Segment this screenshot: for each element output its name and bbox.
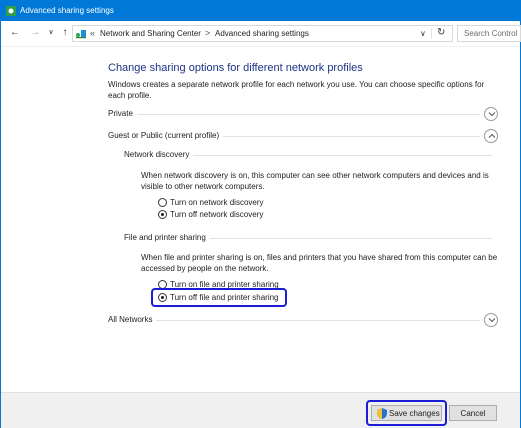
radio-label[interactable]: Turn off network discovery xyxy=(170,210,263,219)
profile-guest-public-label: Guest or Public (current profile) xyxy=(108,131,224,140)
radio-button-selected[interactable] xyxy=(158,293,167,302)
profile-guest-public-header[interactable]: Guest or Public (current profile) xyxy=(108,129,498,145)
radio-button-selected[interactable] xyxy=(158,210,167,219)
advanced-sharing-window: Advanced sharing settings ← → ∨ ↑ « Netw… xyxy=(0,0,521,428)
network-discovery-description: When network discovery is on, this compu… xyxy=(141,171,489,191)
profile-private-label: Private xyxy=(108,109,137,118)
file-printer-sharing-header: File and printer sharing xyxy=(124,233,492,245)
search-box[interactable] xyxy=(457,25,521,42)
address-overflow-icon[interactable]: « xyxy=(90,28,95,38)
breadcrumb-separator-icon: > xyxy=(205,28,211,38)
address-bar[interactable]: « Network and Sharing Center > Advanced … xyxy=(72,25,453,42)
recent-locations-chevron-icon[interactable]: ∨ xyxy=(45,27,57,39)
navigation-bar: ← → ∨ ↑ « Network and Sharing Center > A… xyxy=(1,21,521,47)
search-input[interactable] xyxy=(458,26,520,41)
section-divider xyxy=(108,114,480,115)
network-app-icon xyxy=(6,6,16,16)
cancel-button[interactable]: Cancel xyxy=(449,405,497,421)
profile-all-networks-label: All Networks xyxy=(108,315,157,324)
radio-label[interactable]: Turn on network discovery xyxy=(170,198,264,207)
title-bar[interactable]: Advanced sharing settings xyxy=(1,1,520,21)
page-title: Change sharing options for different net… xyxy=(108,62,363,74)
breadcrumb-advanced-sharing-settings[interactable]: Advanced sharing settings xyxy=(215,29,309,38)
window-title: Advanced sharing settings xyxy=(20,6,114,15)
save-changes-button[interactable]: Save changes xyxy=(371,405,442,421)
save-changes-label: Save changes xyxy=(389,409,440,418)
network-discovery-title: Network discovery xyxy=(124,150,194,159)
cancel-label: Cancel xyxy=(460,409,486,418)
collapse-guest-public-chevron-icon[interactable] xyxy=(484,129,498,143)
network-location-icon xyxy=(76,30,86,39)
radio-label[interactable]: Turn off file and printer sharing xyxy=(170,293,279,302)
section-divider xyxy=(108,320,480,321)
expand-all-networks-chevron-icon[interactable] xyxy=(484,313,498,327)
profile-private-header[interactable]: Private xyxy=(108,107,498,123)
uac-shield-icon xyxy=(377,408,387,419)
breadcrumb-network-sharing-center[interactable]: Network and Sharing Center xyxy=(100,29,201,38)
address-dropdown-icon[interactable]: ∨ xyxy=(420,29,426,38)
radio-button[interactable] xyxy=(158,198,167,207)
file-printer-sharing-description: When file and printer sharing is on, fil… xyxy=(141,253,498,273)
forward-arrow-icon[interactable]: → xyxy=(29,27,41,39)
page-description: Windows creates a separate network profi… xyxy=(108,80,485,100)
refresh-icon[interactable]: ↻ xyxy=(437,27,445,38)
network-discovery-header: Network discovery xyxy=(124,150,492,162)
up-arrow-icon[interactable]: ↑ xyxy=(59,27,71,39)
back-arrow-icon[interactable]: ← xyxy=(9,27,21,39)
address-divider xyxy=(431,28,432,39)
file-printer-sharing-title: File and printer sharing xyxy=(124,233,210,242)
expand-private-chevron-icon[interactable] xyxy=(484,107,498,121)
main-content: Change sharing options for different net… xyxy=(1,48,520,391)
profile-all-networks-header[interactable]: All Networks xyxy=(108,313,498,329)
footer-bar: Save changes Cancel xyxy=(1,392,520,428)
